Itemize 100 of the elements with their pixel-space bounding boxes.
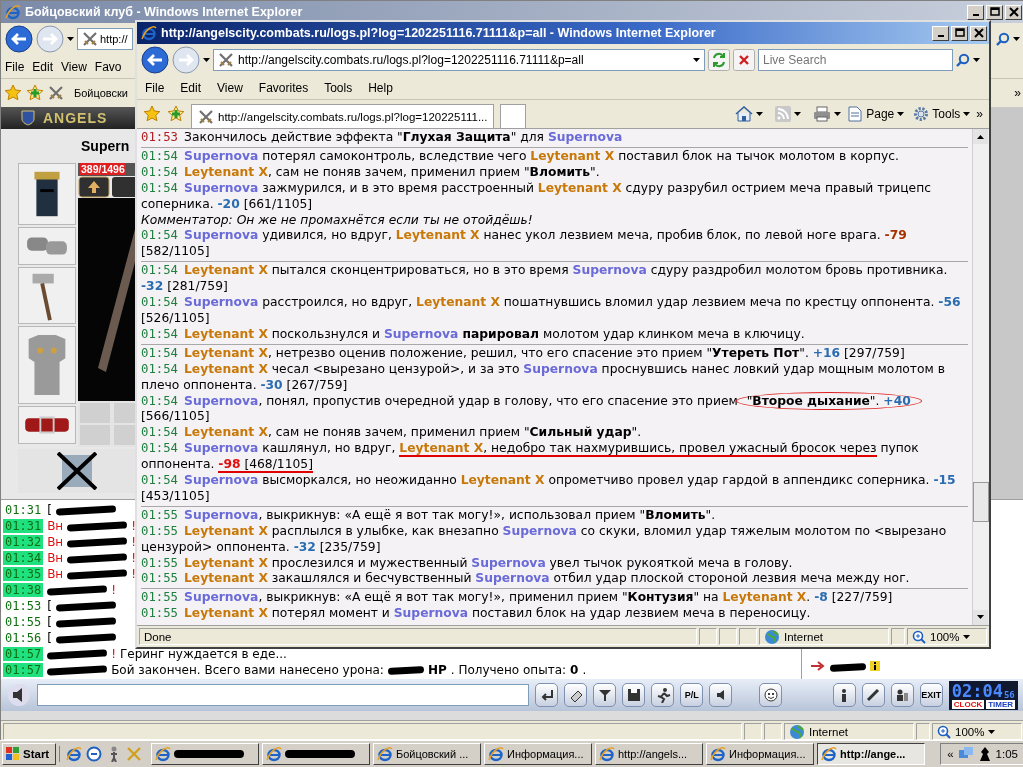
log-entry: 01:54 Supernova потерял самоконтроль, вследствие чего Leytenant X поставил блок на тычок молотом в корпус. [141,148,900,165]
back-button[interactable] [141,46,169,74]
log-entry: 01:54 Supernova, понял, пропустив очередной удар в голову, что его спасение это прием "Второе дыхание". +40 [566/1105] [141,393,968,426]
message-text: Бой закончен. Всего вами нанесено урона: [111,663,384,677]
security-zone: Internet [759,628,889,645]
zoom-icon [937,724,951,739]
toolbar-chevron[interactable]: » [1014,86,1021,100]
redaction-mark [55,504,116,516]
status-text: Done [144,630,172,643]
taskbar-button[interactable] [151,743,259,765]
message-text: Вн [47,567,64,581]
printer-icon[interactable] [813,106,832,122]
search-field[interactable]: Live Search [758,49,953,71]
taskbar-button[interactable]: Информация... [484,743,592,765]
browser-tab[interactable]: http://angelscity.combats.ru/logs.pl?log=120225111... [191,104,495,128]
message-time: 01:35 [3,567,44,581]
clock-tab[interactable]: CLOCK [951,699,985,709]
favorites-star-icon[interactable] [4,84,22,102]
crossed-swords-icon [218,52,234,68]
dropdown-caret-icon [794,112,802,116]
menu-item[interactable]: Edit [28,57,58,76]
chat-input[interactable] [37,684,530,706]
address-field[interactable]: http:// [77,28,133,50]
zoom-icon [912,629,926,644]
redaction-mark [285,750,355,758]
back-button[interactable] [5,25,33,53]
taskbar-button[interactable]: http://angels... [595,743,703,765]
scroll-down-button[interactable] [973,610,988,625]
browser-icon [488,746,504,762]
toolbar-chevron[interactable]: » [976,107,983,121]
menu-item[interactable]: Help [360,78,401,97]
status-pane [719,628,737,645]
add-favorite-icon[interactable] [26,84,44,102]
status-pane [739,628,757,645]
tray-clock: 1:05 [995,748,1018,760]
history-caret-icon[interactable] [67,37,74,41]
crossed-swords-icon [48,85,64,101]
menu-item[interactable]: View [209,78,251,97]
info-icon [870,661,880,671]
browser-icon [377,746,393,762]
security-zone: Internet [784,723,914,740]
commentator-line: Комментатор: Он же не промахнётся если ты не отойдёшь! [141,212,534,229]
menu-item[interactable]: Tools [316,78,361,97]
crossed-out-item-drawing [57,452,97,490]
browser-icon [821,746,837,762]
message-time: 01:31 [4,503,43,517]
log-entry: 01:55 Leytenant X потерял момент и Supernova поставил блок на удар лезвием меча в переносицу. [141,606,812,623]
redaction-mark [387,665,425,675]
browser-icon [141,25,157,41]
message-text: 0 [570,663,579,677]
menu-item[interactable]: Edit [172,78,210,97]
taskbar-button[interactable]: Информация... [706,743,814,765]
history-caret-icon[interactable] [203,58,210,62]
dropdown-caret-icon [756,112,764,116]
message-time: 01:57 [3,647,44,661]
tray-expand-button[interactable]: « [947,748,954,760]
arrow-up-button[interactable] [78,176,138,198]
new-tab-button[interactable] [500,104,527,128]
stop-button[interactable] [733,49,755,71]
menu-item[interactable]: Favorites [250,78,317,97]
pl-button[interactable]: P/L [680,683,704,707]
zoom-control[interactable]: 100% [932,723,1022,740]
add-favorite-icon[interactable] [167,105,185,123]
zoom-control[interactable]: 100% [907,628,987,645]
scrollbar-thumb[interactable] [973,482,989,522]
page-menu-button[interactable]: Page [844,106,908,122]
message-text: ! [111,583,116,597]
menu-item[interactable]: File [1,57,29,76]
scroll-up-button[interactable] [973,129,988,144]
search-options-caret-icon[interactable] [1013,37,1020,41]
start-button[interactable]: Start [2,743,56,765]
character-name: Supern [81,138,130,154]
menu-item[interactable]: View [57,57,91,76]
taskbar-button[interactable]: http://ange... [817,743,925,765]
log-entry: 01:54 Leytenant X чесал <вырезано цензурой>, и за это Supernova проснувшись нанес ловкий удар мощным молотом в плечо оппонента. -30 [267/759] [141,361,946,394]
timer-tab[interactable]: TIMER [986,699,1016,709]
message-text: Вн [47,551,64,565]
speaker-button[interactable] [7,683,31,707]
taskbar-button[interactable]: Бойцовский ... [373,743,481,765]
shield-logo-icon [21,110,35,126]
figure-icon [977,746,992,762]
redaction-mark [67,520,128,532]
redaction-mark [47,664,108,676]
favorites-star-icon[interactable] [143,105,161,123]
message-text: [ [47,599,52,613]
home-icon[interactable] [735,106,754,122]
redaction-mark [67,536,128,548]
exit-button[interactable]: EXIT [919,683,943,707]
tools-menu-button[interactable]: Tools [910,106,974,122]
address-field[interactable]: http://angelscity.combats.ru/logs.pl?log=1202251116.71111&p=all [213,49,705,71]
browser-tab[interactable]: Бойцовски [74,87,128,99]
menu-item[interactable]: File [137,78,173,97]
search-options-caret-icon[interactable] [973,58,980,62]
status-pane [699,628,717,645]
menu-item[interactable]: Favo [90,57,126,76]
taskbar-button[interactable] [262,743,370,765]
message-text: Вн [47,535,64,549]
globe-icon [764,628,780,645]
refresh-button[interactable] [708,49,730,71]
globe-quick-launch-icon[interactable] [86,746,102,762]
